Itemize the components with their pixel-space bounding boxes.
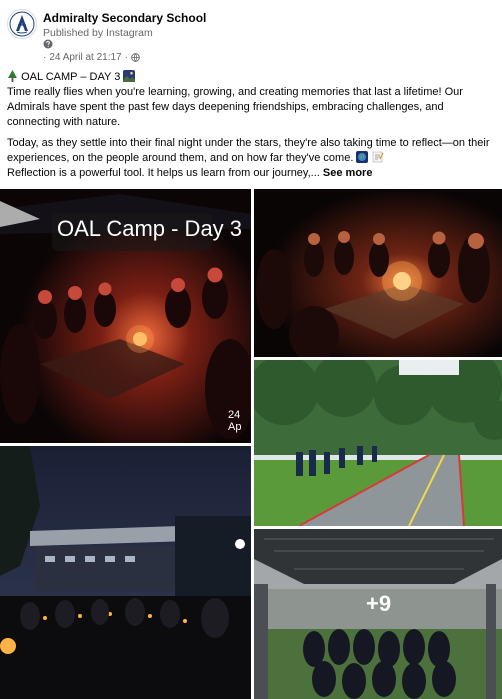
question-circle-icon[interactable] bbox=[43, 39, 53, 49]
post-paragraph-1: Time really flies when you're learning, … bbox=[7, 86, 463, 128]
globe-emoji-icon bbox=[356, 151, 369, 163]
photo-overlay-title: OAL Camp - Day 3 bbox=[57, 216, 243, 241]
night-scene-icon bbox=[123, 70, 136, 82]
post-paragraph-2: Today, as they settle into their final n… bbox=[7, 137, 490, 164]
photo-walking-road[interactable] bbox=[254, 360, 502, 526]
post-title-line: OAL CAMP – DAY 3 Time really flies when … bbox=[7, 70, 497, 130]
students-walking-image bbox=[254, 360, 502, 526]
published-via: Published by Instagram bbox=[43, 27, 153, 39]
see-more-link[interactable]: See more bbox=[323, 167, 373, 179]
post-paragraph-3: Reflection is a powerful tool. It helps … bbox=[7, 167, 320, 179]
globe-icon bbox=[131, 53, 140, 62]
photo-more-group[interactable]: +9 bbox=[254, 529, 502, 699]
night-building-image bbox=[0, 446, 251, 699]
post-body: OAL CAMP – DAY 3 Time really flies when … bbox=[7, 70, 497, 187]
photo-campfire-top-right[interactable] bbox=[254, 189, 502, 357]
campfire-circle-image bbox=[254, 189, 502, 357]
post-paragraph-2-line: Today, as they settle into their final n… bbox=[7, 136, 497, 181]
date-separator: · bbox=[43, 52, 47, 63]
tree-icon bbox=[8, 70, 17, 82]
memo-icon bbox=[372, 151, 384, 163]
photo-overlay-date: 24 Ap bbox=[228, 409, 242, 433]
photo-night-building[interactable] bbox=[0, 446, 251, 699]
more-photos-count: +9 bbox=[366, 591, 392, 616]
page-avatar[interactable] bbox=[7, 9, 37, 39]
post-meta: · 24 April at 21:17 · bbox=[43, 52, 140, 63]
photo-grid: OAL Camp - Day 3 24 Ap +9 bbox=[0, 189, 502, 699]
post-title: OAL CAMP – DAY 3 bbox=[21, 71, 121, 83]
post-header: Admiralty Secondary School Published by … bbox=[0, 0, 502, 66]
post-date[interactable]: 24 April at 21:17 bbox=[49, 52, 121, 63]
photo-campfire-large[interactable]: OAL Camp - Day 3 24 Ap bbox=[0, 189, 251, 443]
page-name[interactable]: Admiralty Secondary School bbox=[43, 11, 206, 25]
school-crest-icon bbox=[9, 11, 35, 37]
